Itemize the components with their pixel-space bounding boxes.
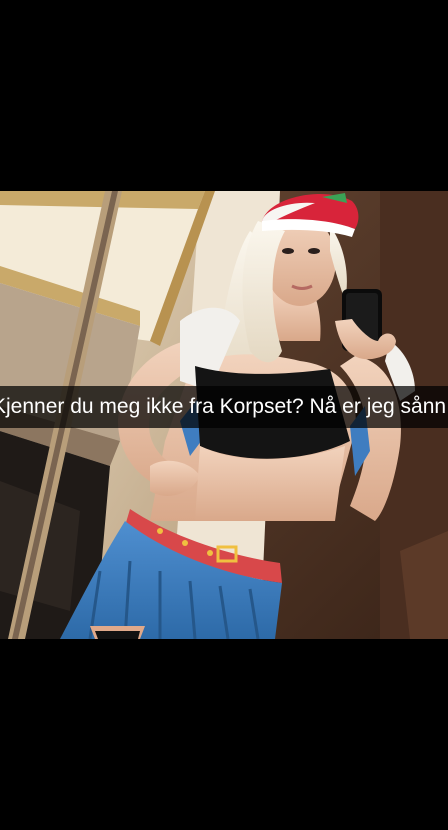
snap-caption: Kjenner du meg ikke fra Korpset? Nå er j… bbox=[0, 395, 447, 418]
snap-caption-bar: Kjenner du meg ikke fra Korpset? Nå er j… bbox=[0, 386, 448, 428]
snap-viewer[interactable]: Kjenner du meg ikke fra Korpset? Nå er j… bbox=[0, 0, 448, 830]
